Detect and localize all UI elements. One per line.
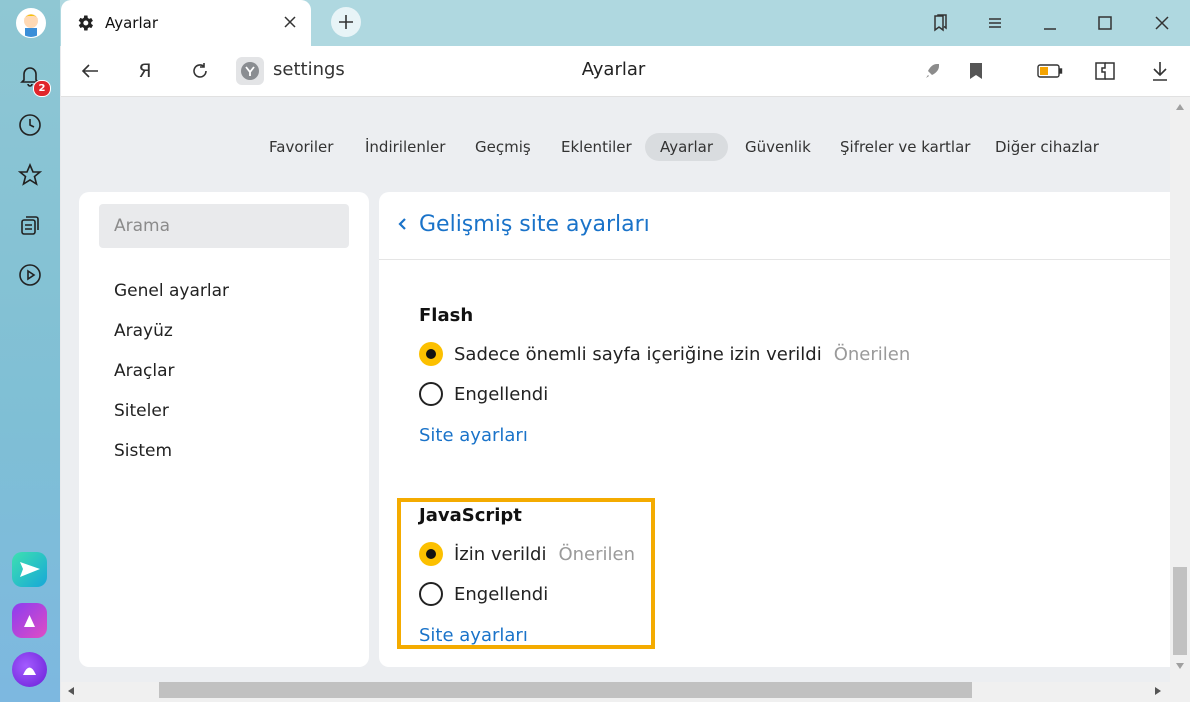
horizontal-scrollbar[interactable] <box>61 682 1190 702</box>
alice-icon[interactable] <box>12 652 47 687</box>
panel-title[interactable]: Gelişmiş site ayarları <box>419 212 650 237</box>
download-icon[interactable] <box>1145 56 1175 86</box>
vertical-scrollbar[interactable] <box>1170 97 1190 682</box>
scroll-up-icon[interactable] <box>1175 103 1185 111</box>
sidebar-item-interface[interactable]: Arayüz <box>114 321 173 341</box>
horizontal-scroll-thumb[interactable] <box>159 682 972 698</box>
bookmarks-icon[interactable] <box>925 8 955 38</box>
search-placeholder: Arama <box>114 216 171 236</box>
sidebar-item-sites[interactable]: Siteler <box>114 401 169 421</box>
flash-option-1-label: Sadece önemli sayfa içeriğine izin veril… <box>454 344 822 365</box>
flash-site-settings-link[interactable]: Site ayarları <box>419 425 528 446</box>
close-window-icon[interactable] <box>1147 8 1177 38</box>
minimize-icon[interactable] <box>1035 8 1065 38</box>
rocket-icon[interactable] <box>917 56 947 86</box>
settings-sidebar: Arama Genel ayarlar Arayüz Araçlar Sitel… <box>79 192 369 667</box>
new-tab-button[interactable] <box>331 7 361 37</box>
star-icon[interactable] <box>15 160 45 190</box>
extensions-icon[interactable] <box>1090 56 1120 86</box>
nav-tab-security[interactable]: Güvenlik <box>730 133 826 161</box>
nav-tab-favorites[interactable]: Favoriler <box>254 133 348 161</box>
site-identity-icon[interactable] <box>236 57 264 85</box>
reload-icon[interactable] <box>185 56 215 86</box>
gear-icon <box>75 13 95 37</box>
chevron-left-icon[interactable] <box>395 214 409 238</box>
page-title: Ayarlar <box>581 59 646 80</box>
nav-tab-settings[interactable]: Ayarlar <box>645 133 729 161</box>
vertical-scroll-thumb[interactable] <box>1173 567 1187 655</box>
settings-nav: Favoriler İndirilenler Geçmiş Eklentiler… <box>61 133 1170 163</box>
app-icon[interactable] <box>12 603 47 638</box>
browser-toolbar: Я settings Ayarlar <box>61 46 1190 97</box>
sidebar-item-general[interactable]: Genel ayarlar <box>114 281 229 301</box>
flash-section-title: Flash <box>419 305 474 326</box>
nav-tab-downloads[interactable]: İndirilenler <box>350 133 460 161</box>
tab-title: Ayarlar <box>105 14 159 32</box>
avatar[interactable] <box>16 8 46 38</box>
play-icon[interactable] <box>15 260 45 290</box>
scroll-left-icon[interactable] <box>67 686 75 696</box>
advanced-site-settings-panel: Gelişmiş site ayarları Flash Sadece önem… <box>379 192 1170 667</box>
flash-blocked-radio[interactable] <box>419 382 443 406</box>
scroll-right-icon[interactable] <box>1154 686 1162 696</box>
menu-icon[interactable] <box>980 8 1010 38</box>
messenger-app-icon[interactable] <box>12 552 47 587</box>
collections-icon[interactable] <box>15 210 45 240</box>
back-icon[interactable] <box>75 56 105 86</box>
search-input[interactable]: Arama <box>99 204 349 248</box>
sidebar-item-system[interactable]: Sistem <box>114 441 172 461</box>
address-text[interactable]: settings <box>273 59 345 80</box>
tab-settings[interactable]: Ayarlar <box>61 0 311 46</box>
scroll-down-icon[interactable] <box>1175 662 1185 670</box>
yandex-button[interactable]: Я <box>130 56 160 86</box>
flash-allow-important-radio[interactable] <box>419 342 443 366</box>
flash-option-2-label[interactable]: Engellendi <box>454 384 548 405</box>
battery-icon[interactable] <box>1035 56 1065 86</box>
sidebar-item-tools[interactable]: Araçlar <box>114 361 175 381</box>
notification-badge: 2 <box>33 80 51 97</box>
flash-option-1[interactable]: Sadece önemli sayfa içeriğine izin veril… <box>454 344 910 365</box>
side-panel: 2 <box>0 0 60 702</box>
nav-tab-devices[interactable]: Diğer cihazlar <box>980 133 1114 161</box>
settings-page: Favoriler İndirilenler Geçmiş Eklentiler… <box>61 97 1170 682</box>
nav-tab-passwords[interactable]: Şifreler ve kartlar <box>825 133 985 161</box>
maximize-icon[interactable] <box>1090 8 1120 38</box>
nav-tab-extensions[interactable]: Eklentiler <box>546 133 647 161</box>
bookmark-icon[interactable] <box>961 56 991 86</box>
close-tab-icon[interactable] <box>282 14 298 34</box>
panel-header: Gelişmiş site ayarları <box>379 192 1170 260</box>
javascript-highlight-box <box>397 498 655 649</box>
nav-tab-history[interactable]: Geçmiş <box>460 133 546 161</box>
flash-recommended-note: Önerilen <box>833 344 911 365</box>
history-icon[interactable] <box>15 110 45 140</box>
